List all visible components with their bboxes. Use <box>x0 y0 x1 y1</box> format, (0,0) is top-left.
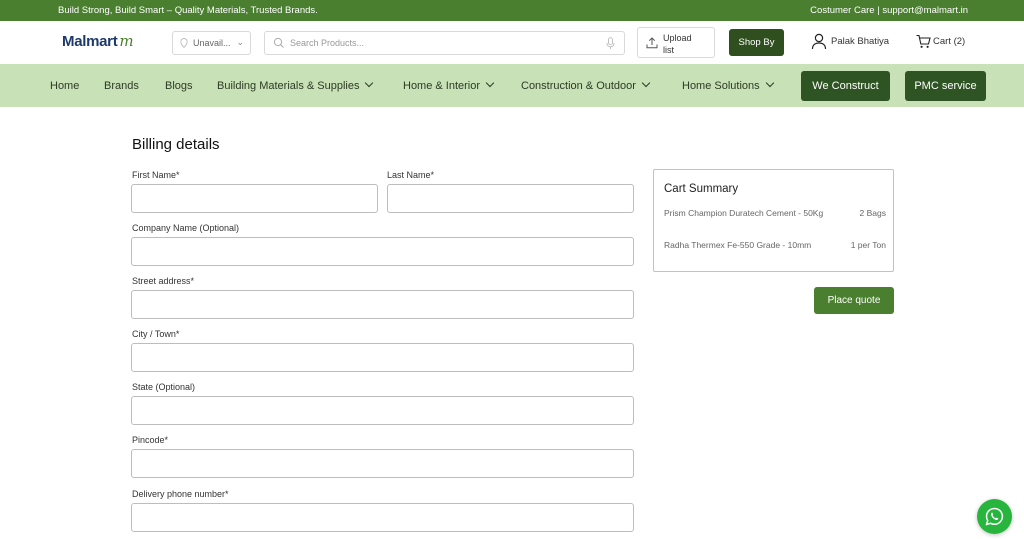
nav-home-interior[interactable]: Home & Interior <box>403 78 495 92</box>
state-label: State (Optional) <box>132 382 196 392</box>
upload-list-button[interactable]: Upload list <box>637 27 715 58</box>
shop-by-button[interactable]: Shop By <box>729 29 784 56</box>
place-quote-button[interactable]: Place quote <box>814 287 894 314</box>
nav-construction-outdoor[interactable]: Construction & Outdoor <box>521 78 651 92</box>
nav-home-interior-label: Home & Interior <box>403 80 481 92</box>
company-label: Company Name (Optional) <box>132 223 240 233</box>
whatsapp-icon <box>985 507 1004 526</box>
city-field[interactable] <box>131 343 634 372</box>
nav-home-solutions-label: Home Solutions <box>682 80 760 92</box>
logo-text: Malmart <box>62 33 118 50</box>
phone-label: Delivery phone number* <box>132 489 229 499</box>
user-icon <box>811 33 827 50</box>
main-navigation: Home Brands Blogs Building Materials & S… <box>0 64 1024 107</box>
chevron-down-icon <box>641 78 651 88</box>
state-field[interactable] <box>131 396 634 425</box>
last-name-field[interactable] <box>387 184 634 213</box>
pmc-service-button[interactable]: PMC service <box>905 71 986 101</box>
malmart-logo[interactable]: Malmart m <box>62 32 134 50</box>
pincode-label: Pincode* <box>132 435 169 445</box>
item-quantity: 2 Bags <box>859 208 886 218</box>
upload-label-line1: Upload <box>663 33 692 43</box>
item-name: Radha Thermex Fe-550 Grade - 10mm <box>664 240 812 250</box>
microphone-icon[interactable] <box>606 37 615 50</box>
search-icon <box>273 37 284 48</box>
tagline: Build Strong, Build Smart – Quality Mate… <box>58 5 318 16</box>
logo-mark: m <box>119 32 134 50</box>
whatsapp-chat-button[interactable] <box>977 499 1012 534</box>
company-field[interactable] <box>131 237 634 266</box>
page-title: Billing details <box>132 136 220 153</box>
street-label: Street address* <box>132 276 195 286</box>
user-account[interactable]: Palak Bhatiya <box>811 33 889 50</box>
city-label: City / Town* <box>132 329 180 339</box>
site-header: Malmart m Unavail... ⌄ Search Products...… <box>0 21 1024 64</box>
chevron-down-icon <box>485 78 495 88</box>
cart-summary-panel: Cart Summary Prism Champion Duratech Cem… <box>653 169 894 272</box>
cart-summary-title: Cart Summary <box>664 183 739 195</box>
nav-home[interactable]: Home <box>50 80 79 92</box>
location-value: Unavail... <box>193 38 231 48</box>
street-field[interactable] <box>131 290 634 319</box>
item-quantity: 1 per Ton <box>850 240 886 250</box>
upload-icon <box>646 37 658 49</box>
chevron-down-icon: ⌄ <box>236 37 244 47</box>
nav-home-solutions[interactable]: Home Solutions <box>682 78 774 92</box>
customer-care-contact[interactable]: Costumer Care | support@malmart.in <box>810 5 968 16</box>
location-selector[interactable]: Unavail... ⌄ <box>172 31 251 55</box>
announcement-bar: Build Strong, Build Smart – Quality Mate… <box>0 0 1024 21</box>
search-input[interactable]: Search Products... <box>290 38 364 48</box>
location-pin-icon <box>180 38 188 48</box>
cart-link[interactable]: Cart (2) <box>916 33 965 50</box>
we-construct-button[interactable]: We Construct <box>801 71 890 101</box>
last-name-label: Last Name* <box>387 170 435 180</box>
phone-field[interactable] <box>131 503 634 532</box>
cart-label: Cart (2) <box>933 36 966 47</box>
upload-label-line2: list <box>663 45 674 55</box>
search-bar[interactable]: Search Products... <box>264 31 625 55</box>
nav-brands[interactable]: Brands <box>104 80 139 92</box>
nav-blogs[interactable]: Blogs <box>165 80 193 92</box>
nav-building-materials-label: Building Materials & Supplies <box>217 80 360 92</box>
item-name: Prism Champion Duratech Cement - 50Kg <box>664 208 824 218</box>
first-name-field[interactable] <box>131 184 378 213</box>
user-name: Palak Bhatiya <box>831 36 890 47</box>
cart-icon <box>916 34 931 48</box>
nav-building-materials[interactable]: Building Materials & Supplies <box>217 78 374 92</box>
nav-construction-outdoor-label: Construction & Outdoor <box>521 80 636 92</box>
first-name-label: First Name* <box>132 170 180 180</box>
pincode-field[interactable] <box>131 449 634 478</box>
chevron-down-icon <box>765 78 774 88</box>
chevron-down-icon <box>365 78 374 88</box>
